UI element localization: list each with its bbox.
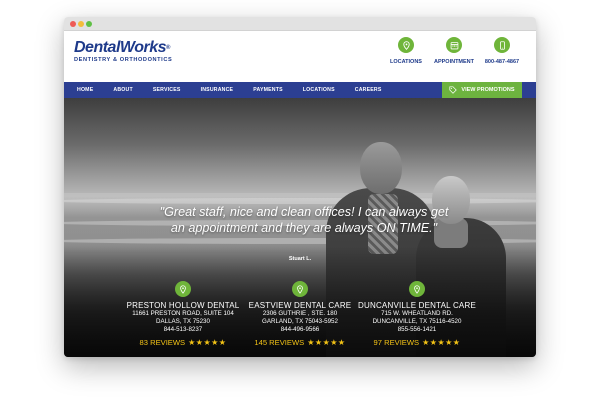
view-promotions-button[interactable]: VIEW PROMOTIONS (442, 82, 522, 98)
header-link-label: 800-487-4867 (484, 59, 520, 65)
star-rating-icon: ★★★★★ (422, 338, 461, 347)
header-quick-links: LOCATIONS APPOINTMENT 800-487-4867 (382, 37, 526, 65)
header-link-locations[interactable]: LOCATIONS (382, 37, 430, 65)
nav-item-locations[interactable]: LOCATIONS (303, 87, 335, 93)
browser-chrome (64, 17, 536, 31)
location-name[interactable]: EASTVIEW DENTAL CARE (240, 301, 360, 310)
calendar-icon (446, 37, 462, 53)
location-pin-icon (292, 281, 308, 297)
header-link-label: APPOINTMENT (433, 59, 475, 65)
header-link-label: LOCATIONS (390, 59, 422, 65)
logo-registered-mark: ® (166, 45, 170, 51)
header-link-appointment[interactable]: APPOINTMENT (430, 37, 478, 65)
review-count: 83 REVIEWS (139, 338, 186, 347)
browser-window: DentalWorks® DENTISTRY & ORTHODONTICS LO… (64, 17, 536, 357)
star-rating-icon: ★★★★★ (307, 338, 346, 347)
testimonial-quote: "Great staff, nice and clean offices! I … (159, 205, 449, 235)
main-nav: HOME ABOUT SERVICES INSURANCE PAYMENTS L… (64, 82, 536, 98)
view-promotions-label: VIEW PROMOTIONS (461, 87, 515, 93)
nav-item-careers[interactable]: CAREERS (355, 87, 382, 93)
location-pin-icon (175, 281, 191, 297)
testimonial-author: Stuart L. (288, 256, 312, 262)
location-address-line2: GARLAND, TX 75043-5952 (262, 318, 338, 325)
location-phone[interactable]: 855-556-1421 (357, 326, 477, 334)
location-card-preston-hollow[interactable]: PRESTON HOLLOW DENTAL 11661 PRESTON ROAD… (123, 281, 243, 347)
location-name[interactable]: DUNCANVILLE DENTAL CARE (357, 301, 477, 310)
logo-wordmark: DentalWorks (74, 39, 167, 56)
location-phone[interactable]: 844-513-8237 (123, 326, 243, 334)
location-address-line1: 2306 GUTHRIE , STE. 180 (262, 310, 338, 317)
location-pin-icon (398, 37, 414, 53)
nav-item-insurance[interactable]: INSURANCE (201, 87, 234, 93)
maximize-window-button[interactable] (86, 21, 92, 27)
location-address-line2: DUNCANVILLE, TX 75116-4520 (372, 318, 462, 325)
tag-icon (449, 86, 458, 94)
phone-icon (494, 37, 510, 53)
minimize-window-button[interactable] (78, 21, 84, 27)
nav-item-payments[interactable]: PAYMENTS (253, 87, 283, 93)
star-rating-icon: ★★★★★ (188, 338, 227, 347)
header-link-phone[interactable]: 800-487-4867 (478, 37, 526, 65)
location-phone[interactable]: 844-496-9566 (240, 326, 360, 334)
location-card-eastview[interactable]: EASTVIEW DENTAL CARE 2306 GUTHRIE , STE.… (240, 281, 360, 347)
logo-tagline: DENTISTRY & ORTHODONTICS (74, 57, 173, 63)
locations-list: PRESTON HOLLOW DENTAL 11661 PRESTON ROAD… (64, 281, 536, 351)
hero-photo-man-head (360, 142, 402, 194)
location-reviews[interactable]: 97 REVIEWS ★★★★★ (357, 338, 477, 347)
location-address-line1: 11661 PRESTON ROAD, SUITE 104 (132, 310, 234, 317)
location-name[interactable]: PRESTON HOLLOW DENTAL (123, 301, 243, 310)
hero-banner: "Great staff, nice and clean offices! I … (64, 98, 536, 357)
nav-item-services[interactable]: SERVICES (153, 87, 181, 93)
site-header: DentalWorks® DENTISTRY & ORTHODONTICS LO… (64, 31, 536, 82)
location-reviews[interactable]: 83 REVIEWS ★★★★★ (123, 338, 243, 347)
location-reviews[interactable]: 145 REVIEWS ★★★★★ (240, 338, 360, 347)
review-count: 145 REVIEWS (254, 338, 305, 347)
location-address-line2: DALLAS, TX 75230 (156, 318, 210, 325)
location-address-line1: 715 W. WHEATLAND RD. (381, 310, 453, 317)
nav-item-about[interactable]: ABOUT (113, 87, 132, 93)
close-window-button[interactable] (70, 21, 76, 27)
logo[interactable]: DentalWorks® DENTISTRY & ORTHODONTICS (74, 39, 173, 64)
location-pin-icon (409, 281, 425, 297)
nav-item-home[interactable]: HOME (77, 87, 93, 93)
review-count: 97 REVIEWS (373, 338, 420, 347)
location-card-duncanville[interactable]: DUNCANVILLE DENTAL CARE 715 W. WHEATLAND… (357, 281, 477, 347)
